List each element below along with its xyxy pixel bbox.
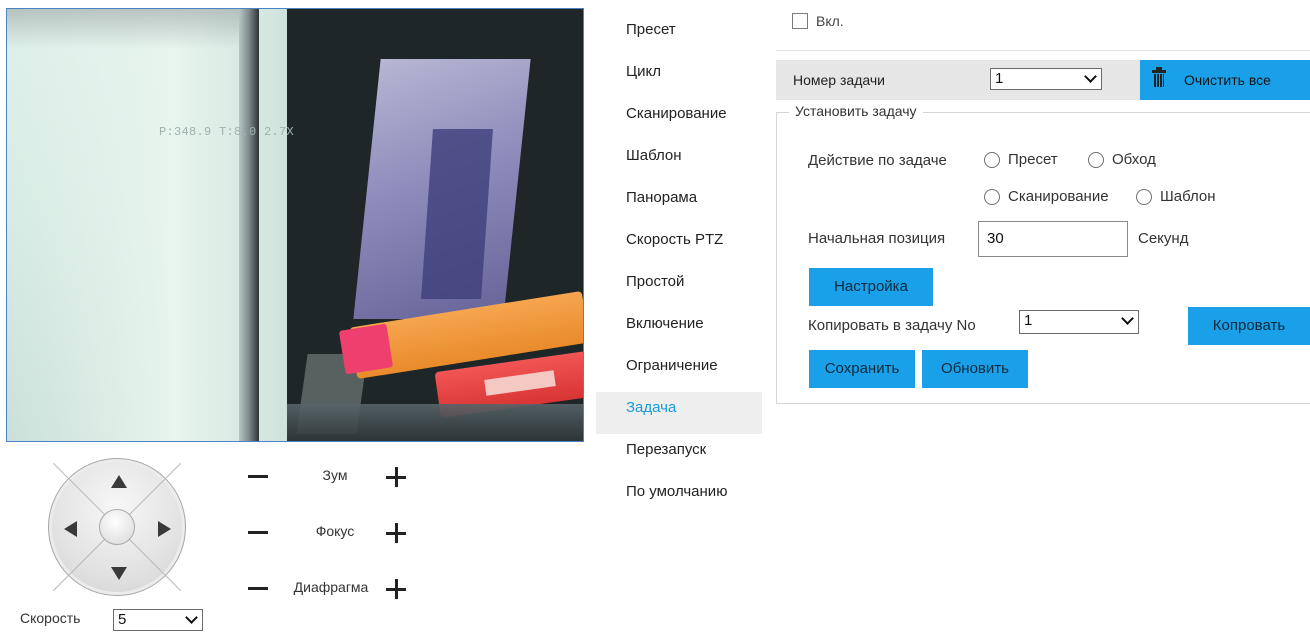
set-task-legend: Установить задачу [789, 103, 923, 119]
action-option-label: Обход [1112, 151, 1156, 168]
action-option-label: Шаблон [1160, 188, 1216, 205]
refresh-button[interactable]: Обновить [922, 350, 1028, 388]
action-option-label: Пресет [1008, 151, 1058, 168]
joystick-center-button[interactable] [99, 509, 135, 545]
ptz-settings-menu: Пресет Цикл Сканирование Шаблон Панорама… [596, 14, 762, 518]
menu-item-task[interactable]: Задача [596, 392, 762, 434]
menu-item-pattern[interactable]: Шаблон [596, 140, 762, 182]
menu-item-idle[interactable]: Простой [596, 266, 762, 308]
save-button[interactable]: Сохранить [809, 350, 915, 388]
video-scene-pink-cap [338, 323, 394, 375]
task-number-label: Номер задачи [793, 72, 885, 88]
copy-button[interactable]: Копровать [1188, 307, 1310, 345]
enable-label: Вкл. [816, 13, 844, 29]
action-option-label: Сканирование [1008, 188, 1109, 205]
copy-to-task-label: Копировать в задачу No [808, 317, 976, 334]
speed-select[interactable]: 5 [113, 609, 203, 631]
iris-label: Диафрагма [293, 579, 369, 595]
action-radio-pattern[interactable]: Шаблон [1136, 188, 1216, 205]
seconds-label: Секунд [1138, 230, 1189, 247]
video-scene-edge [239, 9, 259, 441]
clear-all-button[interactable]: Очистить все [1140, 60, 1310, 100]
menu-item-restart[interactable]: Перезапуск [596, 434, 762, 476]
focus-plus-icon[interactable] [386, 523, 406, 543]
menu-item-ptz-speed[interactable]: Скорость PTZ [596, 224, 762, 266]
speed-label: Скорость [20, 610, 81, 626]
osd-ptz-readout: P:348.9 T:8.0 2.7X [159, 125, 295, 139]
iris-plus-icon[interactable] [386, 579, 406, 599]
video-scene-shadow [7, 9, 257, 49]
menu-item-power-on[interactable]: Включение [596, 308, 762, 350]
arrow-up-icon[interactable] [111, 475, 127, 488]
arrow-down-icon[interactable] [111, 567, 127, 580]
trash-icon [1152, 67, 1166, 88]
arrow-left-icon[interactable] [64, 521, 77, 537]
task-number-value: 1 [995, 70, 1004, 87]
focus-label: Фокус [315, 523, 355, 539]
clear-all-label: Очистить все [1184, 72, 1271, 88]
ptz-joystick[interactable] [48, 458, 186, 596]
chevron-down-icon [1084, 70, 1097, 83]
menu-item-preset[interactable]: Пресет [596, 14, 762, 56]
enable-toggle[interactable]: Вкл. [792, 13, 844, 29]
task-action-label: Действие по задаче [808, 152, 947, 169]
start-position-input[interactable]: 30 [978, 221, 1128, 257]
zoom-in-plus-icon[interactable] [386, 467, 406, 487]
action-radio-preset[interactable]: Пресет [984, 151, 1058, 168]
speed-select-value: 5 [118, 611, 127, 628]
video-preview[interactable]: P:348.9 T:8.0 2.7X [6, 8, 584, 442]
task-number-select[interactable]: 1 [990, 68, 1102, 90]
iris-minus-icon[interactable] [248, 587, 268, 590]
chevron-down-icon [1121, 312, 1134, 325]
zoom-out-minus-icon[interactable] [248, 475, 268, 478]
focus-minus-icon[interactable] [248, 531, 268, 534]
radio-circle-icon[interactable] [1088, 151, 1104, 168]
iris-control: Диафрагма [244, 574, 414, 604]
menu-item-default[interactable]: По умолчанию [596, 476, 762, 518]
enable-checkbox[interactable] [792, 13, 808, 29]
setup-button[interactable]: Настройка [809, 268, 933, 306]
radio-circle-icon[interactable] [1136, 188, 1152, 205]
video-scene-paper-dark [421, 129, 493, 299]
video-scene-bottom [287, 404, 583, 441]
task-toolbar: Номер задачи 1 Очистить все [776, 60, 1310, 100]
copy-to-task-select[interactable]: 1 [1019, 310, 1139, 334]
action-radio-scan[interactable]: Сканирование [984, 188, 1109, 205]
divider [776, 50, 1310, 51]
menu-item-limit[interactable]: Ограничение [596, 350, 762, 392]
menu-item-cycle[interactable]: Цикл [596, 56, 762, 98]
menu-item-scan[interactable]: Сканирование [596, 98, 762, 140]
zoom-control: Зум [244, 462, 414, 492]
radio-circle-icon[interactable] [984, 151, 1000, 168]
arrow-right-icon[interactable] [158, 521, 171, 537]
focus-control: Фокус [244, 518, 414, 548]
chevron-down-icon [185, 611, 198, 624]
menu-item-panorama[interactable]: Панорама [596, 182, 762, 224]
start-position-label: Начальная позиция [808, 230, 946, 247]
radio-circle-icon[interactable] [984, 188, 1000, 205]
action-radio-tour[interactable]: Обход [1088, 151, 1156, 168]
copy-to-task-value: 1 [1024, 312, 1033, 329]
zoom-label: Зум [322, 467, 348, 483]
